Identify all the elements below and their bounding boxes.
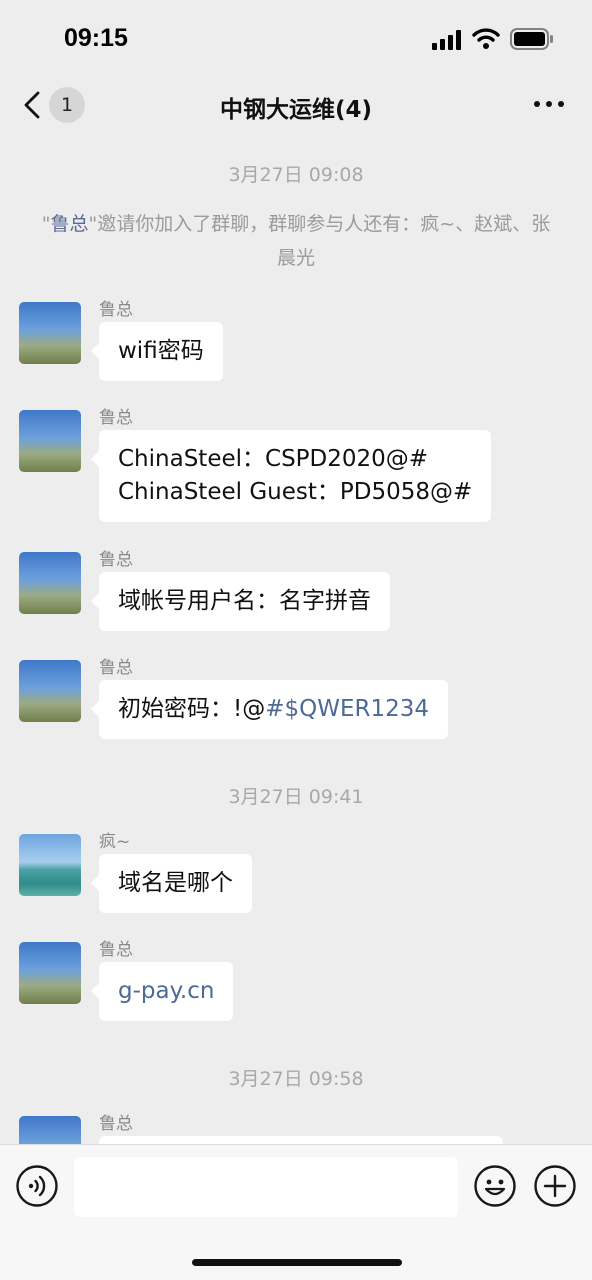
message-bubble[interactable]: 初始密码：!@#$QWER1234 xyxy=(90,680,449,739)
status-time: 09:15 xyxy=(64,24,128,52)
message-bubble[interactable]: wifi密码 xyxy=(91,322,223,381)
avatar[interactable] xyxy=(19,302,81,364)
voice-icon[interactable] xyxy=(16,1165,58,1207)
sender-name: 鲁总 xyxy=(99,550,133,570)
message-bubble[interactable]: ChinaSteel：CSPD2020@# ChinaSteel Guest：P… xyxy=(90,430,492,522)
avatar[interactable] xyxy=(19,660,81,722)
plus-icon[interactable] xyxy=(534,1165,576,1207)
status-bar: 09:15 xyxy=(0,0,592,78)
avatar[interactable] xyxy=(19,834,81,896)
quote-mark: " xyxy=(41,213,51,235)
timestamp: 3月27日 09:41 xyxy=(228,786,364,808)
avatar[interactable] xyxy=(19,1116,81,1144)
chat-message-list[interactable]: 3月27日 09:08 "鲁总"邀请你加入了群聊，群聊参与人还有：疯~、赵斌、张… xyxy=(0,134,592,1144)
sender-name: 鲁总 xyxy=(99,1114,133,1134)
chat-title: 中钢大运维(4) xyxy=(219,97,373,123)
message-link[interactable]: #$QWER1234 xyxy=(265,696,429,722)
system-notice-text: "邀请你加入了群聊，群聊参与人还有：疯~、赵斌、张晨光 xyxy=(88,213,551,269)
battery-icon xyxy=(510,28,553,50)
sender-name: 鲁总 xyxy=(99,658,133,678)
cellular-signal-icon xyxy=(432,30,461,50)
system-notice: "鲁总"邀请你加入了群聊，群聊参与人还有：疯~、赵斌、张晨光 xyxy=(40,207,552,275)
sender-name: 鲁总 xyxy=(99,940,133,960)
message-input[interactable] xyxy=(74,1157,458,1217)
message-text: 初始密码：!@ xyxy=(118,696,266,722)
home-indicator[interactable] xyxy=(192,1259,402,1266)
sender-name: 鲁总 xyxy=(99,300,133,320)
sender-name: 疯~ xyxy=(99,832,131,852)
message-bubble[interactable]: 域帐号用户名：名字拼音 xyxy=(91,572,390,631)
message-bubble[interactable]: 域名是哪个 xyxy=(91,854,252,913)
message-bubble[interactable]: g-pay.cn xyxy=(90,962,234,1021)
more-options-icon[interactable] xyxy=(532,98,566,108)
inviter-name[interactable]: 鲁总 xyxy=(51,213,89,235)
message-text: 域名是哪个 xyxy=(118,870,233,896)
avatar[interactable] xyxy=(19,410,81,472)
emoji-icon[interactable] xyxy=(474,1165,516,1207)
wifi-icon xyxy=(472,28,500,49)
message-text: ChinaSteel：CSPD2020@# xyxy=(118,446,429,472)
timestamp: 3月27日 09:58 xyxy=(228,1068,364,1090)
message-bubble[interactable] xyxy=(99,1136,503,1144)
avatar[interactable] xyxy=(19,552,81,614)
sender-name: 鲁总 xyxy=(99,408,133,428)
nav-bar: 1 中钢大运维(4) xyxy=(0,78,592,134)
message-link[interactable]: g-pay.cn xyxy=(118,978,214,1004)
avatar[interactable] xyxy=(19,942,81,1004)
message-text: wifi密码 xyxy=(118,338,204,364)
timestamp: 3月27日 09:08 xyxy=(228,164,364,186)
message-text: 域帐号用户名：名字拼音 xyxy=(118,588,371,614)
message-text: ChinaSteel Guest：PD5058@# xyxy=(118,479,473,505)
